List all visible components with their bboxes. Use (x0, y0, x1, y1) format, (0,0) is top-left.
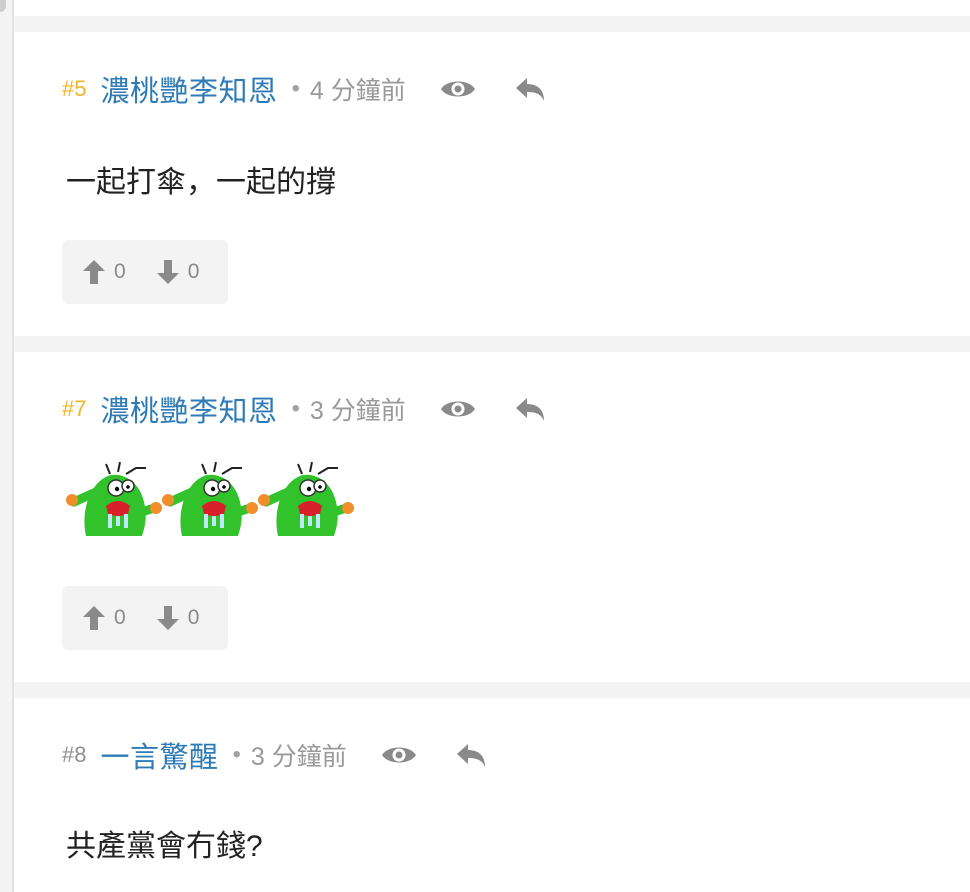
vote-bar: 0 0 (62, 586, 228, 650)
meta-separator: • (291, 395, 300, 422)
upvote-count: 0 (114, 260, 126, 283)
timestamp: 3 分鐘前 (309, 397, 406, 425)
author-name[interactable]: 濃桃艷李知恩 (100, 388, 277, 430)
author-name[interactable]: 濃桃艷李知恩 (100, 68, 277, 110)
timestamp: 4 分鐘前 (309, 77, 406, 105)
arrow-down-icon (156, 606, 179, 630)
comment-header: #7 濃桃艷李知恩 • 3 分鐘前 (62, 389, 546, 429)
meta-separator: • (232, 741, 241, 768)
reply-icon[interactable] (514, 395, 546, 423)
sticker-emoji (162, 462, 258, 536)
sticker-emoji (66, 462, 162, 536)
downvote-count: 0 (187, 606, 200, 629)
reply-icon[interactable] (514, 75, 546, 103)
comment-text: 一起打傘，一起的撐 (66, 166, 336, 199)
comment-header: #8 一言驚醒 • 3 分鐘前 (62, 735, 487, 775)
downvote-count: 0 (187, 260, 200, 283)
eye-icon[interactable] (440, 397, 476, 421)
sticker-row (66, 462, 354, 536)
downvote-button[interactable]: 0 (156, 605, 200, 631)
arrow-up-icon (83, 260, 105, 284)
comment-7: #7 濃桃艷李知恩 • 3 分鐘前 0 0 (14, 352, 970, 682)
meta-separator: • (291, 75, 300, 102)
timestamp: 3 分鐘前 (250, 743, 347, 771)
comment-number[interactable]: #8 (62, 742, 86, 768)
comment-text: 共產黨會冇錢? (66, 830, 263, 863)
comment-8: #8 一言驚醒 • 3 分鐘前 共產黨會冇錢? (14, 698, 970, 892)
author-name[interactable]: 一言驚醒 (100, 734, 218, 776)
eye-icon[interactable] (440, 77, 476, 101)
upvote-button[interactable]: 0 (82, 605, 126, 631)
vote-bar: 0 0 (62, 240, 228, 304)
downvote-button[interactable]: 0 (156, 259, 200, 285)
sticker-emoji (258, 462, 354, 536)
arrow-down-icon (156, 260, 179, 284)
upvote-count: 0 (114, 606, 126, 629)
upvote-button[interactable]: 0 (82, 259, 126, 285)
scrollbar-thumb[interactable] (0, 0, 6, 12)
comment-number[interactable]: #7 (62, 396, 86, 422)
previous-post-remnant (14, 0, 970, 16)
comment-5: #5 濃桃艷李知恩 • 4 分鐘前 一起打傘，一起的撐 0 0 (14, 32, 970, 336)
eye-icon[interactable] (381, 743, 417, 767)
arrow-up-icon (83, 606, 105, 630)
reply-icon[interactable] (455, 741, 487, 769)
comment-number[interactable]: #5 (62, 76, 86, 102)
comment-header: #5 濃桃艷李知恩 • 4 分鐘前 (62, 69, 546, 109)
